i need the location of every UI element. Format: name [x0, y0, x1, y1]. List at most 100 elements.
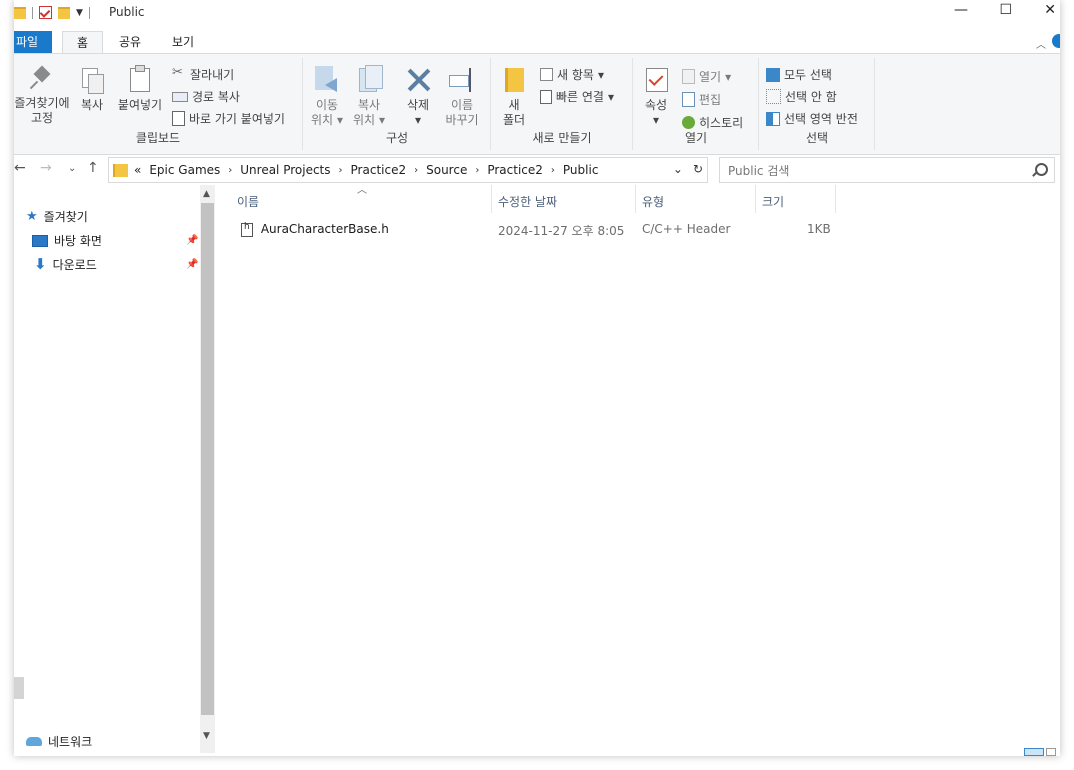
breadcrumb-overflow[interactable]: «: [134, 163, 141, 177]
scroll-up-icon[interactable]: ▲: [203, 189, 210, 199]
tab-home[interactable]: 홈: [62, 31, 104, 54]
chevron-up-icon[interactable]: ︿: [1036, 36, 1046, 51]
details-view-icon[interactable]: [1024, 748, 1044, 756]
pin-label-2: 고정: [30, 111, 54, 125]
maximize-button[interactable]: ☐: [999, 2, 1012, 18]
history-icon: [682, 116, 695, 129]
paste-button[interactable]: 붙여넣기: [114, 64, 166, 113]
copy-button[interactable]: 복사: [76, 66, 108, 113]
copy-icon: [80, 66, 104, 94]
column-header-modified[interactable]: 수정한 날짜: [498, 193, 557, 210]
refresh-icon[interactable]: ↻: [693, 162, 703, 176]
column-divider[interactable]: [835, 185, 836, 213]
pin-icon: 📌: [186, 259, 199, 270]
column-divider[interactable]: [755, 185, 756, 213]
nav-item-network[interactable]: 네트워크: [26, 733, 92, 750]
column-header-name[interactable]: 이름: [237, 193, 259, 210]
chevron-right-icon[interactable]: ›: [475, 165, 479, 176]
new-item-button[interactable]: 새 항목 ▾: [540, 66, 604, 83]
paste-label: 붙여넣기: [117, 98, 163, 112]
select-all-button[interactable]: 모두 선택: [766, 66, 832, 83]
address-controls: ⌄ ↻: [673, 162, 703, 176]
download-arrow-icon: ⬇: [34, 255, 47, 273]
nav-label: 네트워크: [48, 735, 93, 749]
edit-button[interactable]: 편집: [682, 91, 721, 108]
address-bar[interactable]: « Epic Games › Unreal Projects › Practic…: [108, 157, 708, 183]
recent-locations-chevron-icon[interactable]: ⌄: [68, 163, 76, 174]
chevron-down-icon: ▾: [597, 67, 604, 82]
easy-access-button[interactable]: 빠른 연결 ▾: [540, 88, 614, 105]
chevron-right-icon[interactable]: ›: [551, 165, 555, 176]
paste-icon: [128, 64, 152, 94]
network-icon: [26, 737, 42, 746]
chevron-down-icon[interactable]: ▼: [76, 8, 83, 18]
copy-to-button[interactable]: 복사 위치 ▾: [350, 64, 388, 128]
search-input[interactable]: Public 검색: [728, 162, 789, 179]
properties-icon[interactable]: [39, 6, 52, 19]
file-size: 1KB: [807, 222, 831, 236]
ribbon-home: 즐겨찾기에 고정 복사 붙여넣기 잘라내기 경로 복사 바로 가기 붙여넣: [14, 53, 1060, 155]
help-icon[interactable]: [1052, 34, 1060, 48]
select-none-button[interactable]: 선택 안 함: [766, 88, 837, 105]
tab-share[interactable]: 공유: [111, 31, 149, 53]
group-clipboard: 즐겨찾기에 고정 복사 붙여넣기 잘라내기 경로 복사 바로 가기 붙여넣: [14, 58, 303, 150]
open-label: 열기: [699, 70, 722, 84]
scroll-down-icon[interactable]: ▼: [203, 731, 210, 741]
table-row[interactable]: AuraCharacterBase.h 2024-11-27 오후 8:05 C…: [237, 219, 1037, 241]
move-to-button[interactable]: 이동 위치 ▾: [308, 64, 346, 128]
chevron-down-icon: ▾: [336, 113, 343, 127]
column-divider[interactable]: [635, 185, 636, 213]
quick-access-toolbar: ▼: [14, 6, 90, 19]
rename-button[interactable]: 이름 바꾸기: [440, 66, 484, 128]
tab-view[interactable]: 보기: [164, 31, 202, 53]
new-folder-icon[interactable]: [58, 6, 70, 19]
up-arrow-icon[interactable]: ↑: [87, 160, 99, 176]
forward-arrow-icon[interactable]: →: [40, 160, 52, 176]
file-modified: 2024-11-27 오후 8:05: [498, 224, 625, 238]
column-divider[interactable]: [491, 185, 492, 213]
breadcrumb-item[interactable]: Epic Games: [149, 163, 220, 177]
breadcrumb-item[interactable]: Public: [563, 163, 599, 177]
group-label-new: 새로 만들기: [532, 131, 592, 145]
cut-button[interactable]: 잘라내기: [172, 65, 235, 83]
nav-item-desktop[interactable]: 바탕 화면: [32, 232, 102, 249]
search-icon[interactable]: [1035, 163, 1048, 176]
scrollbar-thumb[interactable]: [201, 203, 214, 715]
chevron-down-icon[interactable]: ⌄: [673, 162, 683, 176]
minimize-button[interactable]: —: [954, 2, 968, 18]
chevron-right-icon[interactable]: ›: [228, 165, 232, 176]
open-button[interactable]: 열기 ▾: [682, 68, 731, 85]
properties-button[interactable]: 속성 ▾: [638, 66, 674, 128]
invert-selection-button[interactable]: 선택 영역 반전: [766, 110, 858, 127]
copy-to-icon: [355, 64, 383, 94]
close-button[interactable]: ✕: [1044, 2, 1056, 18]
breadcrumb-item[interactable]: Practice2: [487, 163, 543, 177]
chevron-right-icon[interactable]: ›: [414, 165, 418, 176]
desktop-icon: [32, 234, 48, 247]
breadcrumb-item[interactable]: Source: [426, 163, 467, 177]
breadcrumb-item[interactable]: Unreal Projects: [240, 163, 330, 177]
delete-button[interactable]: 삭제 ▾: [400, 66, 436, 128]
column-header-size[interactable]: 크기: [762, 193, 784, 210]
back-arrow-icon[interactable]: ←: [14, 160, 26, 176]
file-list: ︿ 이름 수정한 날짜 유형 크기 AuraCharacterBase.h 20…: [217, 185, 1060, 756]
large-icons-view-icon[interactable]: [1046, 748, 1056, 756]
folder-icon[interactable]: [14, 6, 26, 19]
nav-item-downloads[interactable]: ⬇ 다운로드: [34, 255, 97, 273]
breadcrumb-item[interactable]: Practice2: [351, 163, 407, 177]
pin-to-quick-access-button[interactable]: 즐겨찾기에 고정: [14, 66, 70, 126]
tab-file[interactable]: 파일: [14, 31, 53, 53]
chevron-right-icon[interactable]: ›: [339, 165, 343, 176]
paste-shortcut-button[interactable]: 바로 가기 붙여넣기: [172, 110, 285, 127]
pane-edge-indicator: [14, 677, 24, 699]
cut-label: 잘라내기: [190, 68, 235, 82]
nav-item-quick-access[interactable]: ★ 즐겨찾기: [26, 208, 88, 225]
column-header-type[interactable]: 유형: [642, 193, 664, 210]
new-folder-button[interactable]: 새 폴더: [496, 64, 532, 128]
search-box[interactable]: Public 검색: [719, 157, 1055, 183]
new-folder-label-2: 폴더: [502, 113, 526, 127]
delete-label: 삭제: [406, 98, 430, 112]
navigation-scrollbar[interactable]: ▲ ▼: [200, 185, 215, 753]
nav-label: 바탕 화면: [54, 234, 102, 248]
copy-path-button[interactable]: 경로 복사: [172, 88, 240, 105]
